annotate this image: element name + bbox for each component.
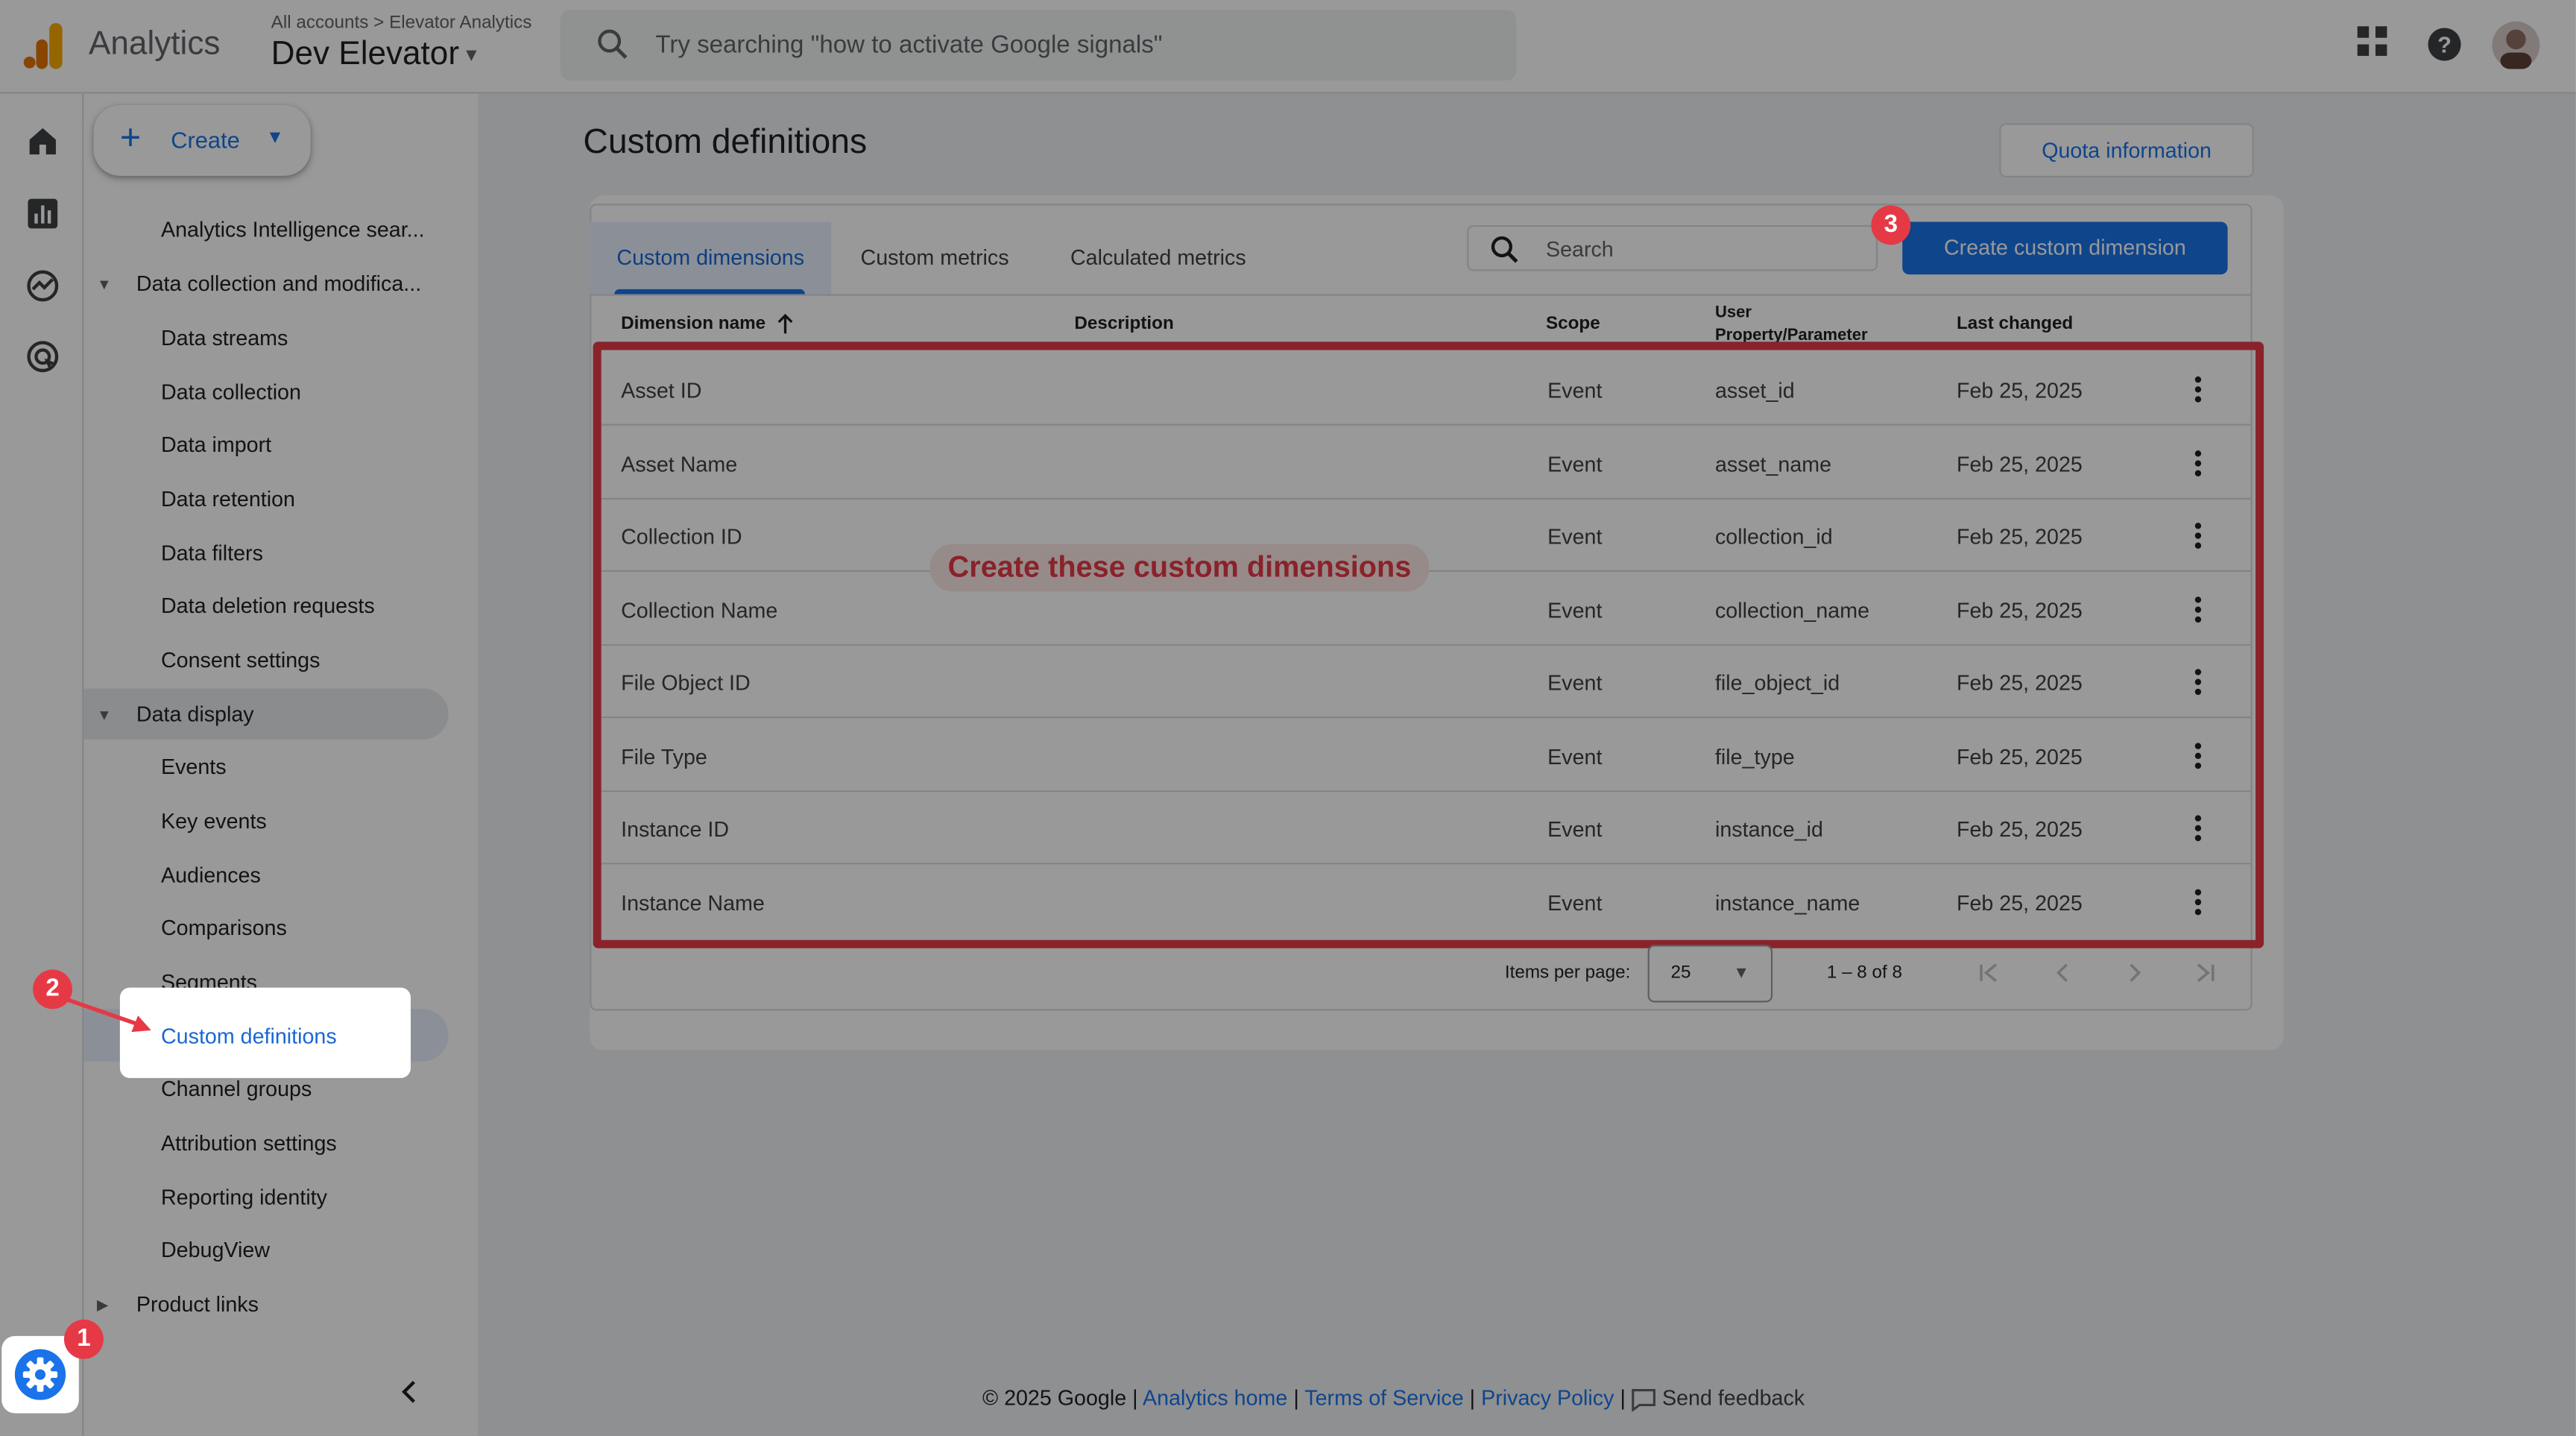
annotation-badge-3: 3 <box>1871 205 1911 245</box>
dim-overlay <box>0 0 2576 1436</box>
nav-item-custom-definitions-label: Custom definitions <box>160 1024 337 1049</box>
annotation-arrow <box>59 992 157 1042</box>
gear-icon <box>14 1349 66 1400</box>
nav-item-custom-definitions[interactable]: Custom definitions <box>119 987 411 1078</box>
annotation-badge-1: 1 <box>63 1319 104 1359</box>
